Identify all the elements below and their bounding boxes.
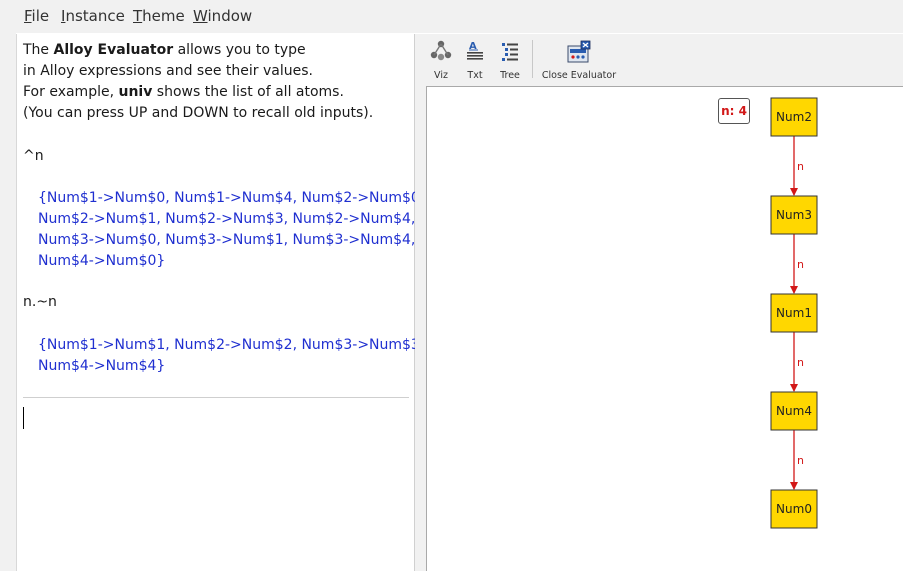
menu-window[interactable]: Window — [193, 7, 252, 25]
atom-node-label: Num4 — [776, 404, 812, 418]
edge-label: n — [797, 160, 804, 173]
edge-label: n — [797, 258, 804, 271]
intro-line-3: For example, univ shows the list of all … — [23, 84, 344, 100]
intro-line-2: in Alloy expressions and see their value… — [23, 63, 313, 79]
menu-file-mnemonic: F — [24, 7, 32, 25]
graph-icon — [430, 40, 452, 66]
edge-label: n — [797, 356, 804, 369]
atom-node-label: Num0 — [776, 502, 812, 516]
menu-bar: File Instance Theme Window — [0, 0, 903, 33]
evaluator-close-icon — [566, 40, 592, 68]
menu-instance[interactable]: Instance — [61, 7, 125, 25]
intro-text: For example, — [23, 84, 119, 100]
intro-text: shows the list of all atoms. — [152, 84, 344, 100]
edge-label: n — [797, 454, 804, 467]
toolbar-separator — [532, 40, 533, 78]
intro-text: allows you to type — [173, 42, 306, 58]
close-evaluator-label: Close Evaluator — [541, 70, 617, 81]
intro-line-4: (You can press UP and DOWN to recall old… — [23, 105, 374, 121]
viz-label: Viz — [434, 70, 448, 81]
left-gutter — [0, 33, 16, 571]
viz-toolbar: Viz A Txt Tree Close Evaluator — [426, 34, 903, 86]
menu-file[interactable]: File — [24, 7, 49, 25]
menu-theme[interactable]: Theme — [133, 7, 185, 25]
menu-instance-label: nstance — [65, 7, 125, 25]
menu-file-label: ile — [31, 7, 50, 25]
history-result-line: Num$4->Num$4} — [38, 358, 166, 374]
history-expr: ^n — [23, 148, 44, 164]
history-result-line: {Num$1->Num$1, Num$2->Num$2, Num$3->Num$… — [38, 337, 425, 353]
pane-splitter[interactable] — [415, 34, 426, 571]
menu-theme-label: heme — [142, 7, 185, 25]
history-result-line: Num$2->Num$1, Num$2->Num$3, Num$2->Num$4… — [38, 211, 416, 227]
text-icon: A — [464, 40, 486, 66]
atom-node-label: Num3 — [776, 208, 812, 222]
intro-line-1: The Alloy Evaluator allows you to type — [23, 42, 306, 58]
intro-univ-keyword: univ — [118, 84, 153, 100]
viz-button[interactable]: Viz — [428, 38, 454, 84]
instance-graph: n Num2 n Num3 n Num1 n Num4 Num0 — [770, 97, 818, 529]
menu-theme-mnemonic: T — [133, 7, 143, 25]
menu-window-label: indow — [207, 7, 253, 25]
history-result-line: Num$3->Num$0, Num$3->Num$1, Num$3->Num$4… — [38, 232, 416, 248]
atom-node-label: Num1 — [776, 306, 812, 320]
history-result-line: {Num$1->Num$0, Num$1->Num$4, Num$2->Num$… — [38, 190, 425, 206]
close-evaluator-button[interactable]: Close Evaluator — [540, 38, 618, 84]
input-divider — [23, 397, 409, 398]
txt-label: Txt — [467, 70, 483, 81]
tree-label: Tree — [500, 70, 520, 81]
history-result-line: Num$4->Num$0} — [38, 253, 166, 269]
graph-canvas[interactable]: n: 4 n Num2 n Num3 n Num1 n Num4 Num0 — [426, 86, 903, 571]
atom-node-label: Num2 — [776, 110, 812, 124]
intro-text: The — [23, 42, 54, 58]
tree-icon — [499, 40, 521, 66]
tree-button[interactable]: Tree — [496, 38, 524, 84]
menu-window-mnemonic: W — [193, 7, 208, 25]
txt-button[interactable]: A Txt — [462, 38, 488, 84]
expression-input-caret[interactable] — [23, 407, 24, 429]
intro-evaluator-name: Alloy Evaluator — [53, 42, 174, 58]
history-expr: n.~n — [23, 294, 57, 310]
evaluator-pane[interactable]: The Alloy Evaluator allows you to type i… — [16, 34, 424, 571]
